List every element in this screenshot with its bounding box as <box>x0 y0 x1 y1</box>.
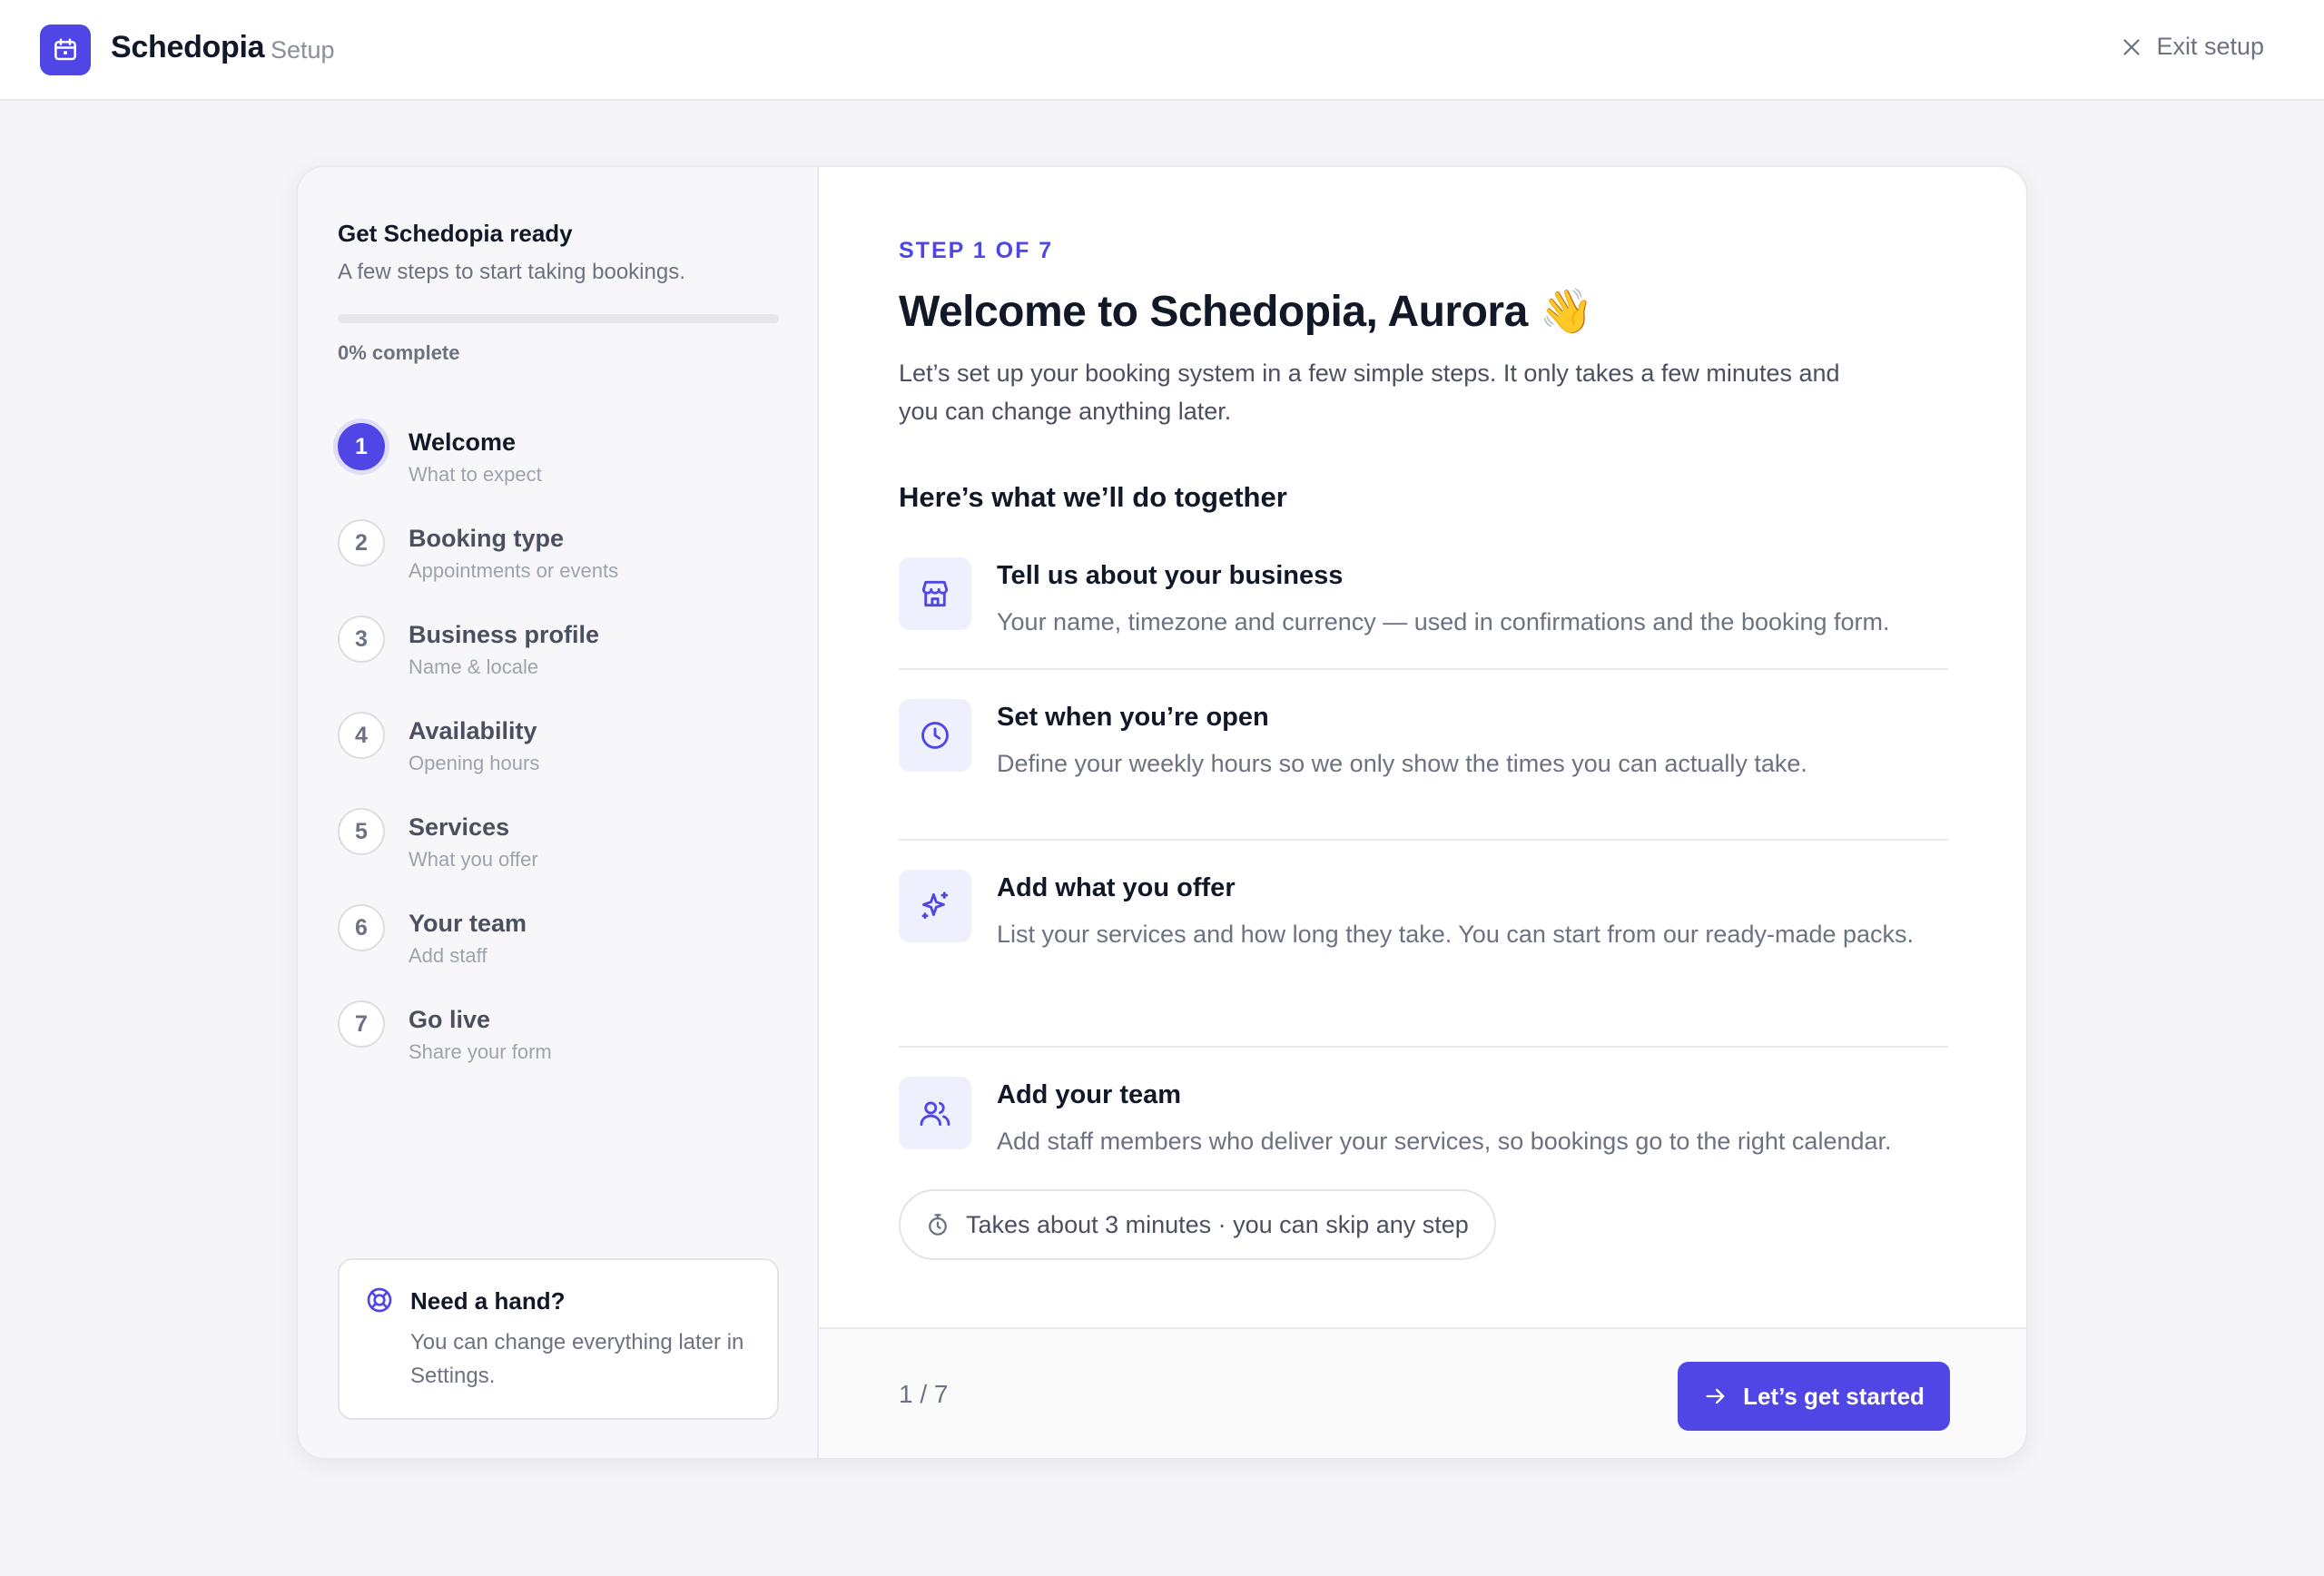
lifebuoy-icon <box>367 1287 392 1313</box>
step-description: Appointments or events <box>409 559 619 582</box>
step-number: 3 <box>338 616 385 663</box>
time-estimate-text: Takes about 3 minutes · you can skip any… <box>966 1210 1469 1238</box>
get-started-button[interactable]: Let’s get started <box>1678 1362 1950 1431</box>
step-number: 2 <box>338 519 385 566</box>
step-item-go-live[interactable]: 7 Go live Share your form <box>338 1000 783 1097</box>
step-description: Add staff <box>409 944 487 967</box>
step-item-welcome[interactable]: 1 Welcome What to expect <box>338 423 783 519</box>
progress-label: 0% complete <box>338 341 460 364</box>
setup-sidebar: Get Schedopia ready A few steps to start… <box>298 167 819 1458</box>
list-item: Add what you offer List your services an… <box>899 870 1948 1048</box>
section-label: Setup <box>271 36 335 64</box>
brand-name: Schedopia <box>111 30 265 64</box>
step-number: 1 <box>338 423 385 470</box>
help-text: You can change everything later in Setti… <box>410 1330 744 1388</box>
step-item-availability[interactable]: 4 Availability Opening hours <box>338 712 783 808</box>
item-title: Add your team <box>997 1080 1182 1109</box>
item-title: Tell us about your business <box>997 561 1344 590</box>
item-title: Set when you’re open <box>997 703 1269 732</box>
step-item-services[interactable]: 5 Services What you offer <box>338 808 783 904</box>
sidebar-subtitle: A few steps to start taking bookings. <box>338 260 685 284</box>
exit-setup-button[interactable]: Exit setup <box>2120 33 2264 61</box>
list-item: Set when you’re open Define your weekly … <box>899 699 1948 841</box>
item-description: Define your weekly hours so we only show… <box>997 750 1807 777</box>
intro-text: Let’s set up your booking system in a fe… <box>899 360 1840 425</box>
step-description: What you offer <box>409 848 538 871</box>
step-description: What to expect <box>409 463 542 486</box>
step-item-your-team[interactable]: 6 Your team Add staff <box>338 904 783 1000</box>
overview-list: Tell us about your business Your name, t… <box>899 557 1948 1186</box>
item-description: List your services and how long they tak… <box>997 921 1915 948</box>
setup-card: Get Schedopia ready A few steps to start… <box>296 165 2028 1460</box>
page-title: Welcome to Schedopia, Aurora 👋 <box>899 288 1593 336</box>
step-description: Share your form <box>409 1040 552 1063</box>
help-box: Need a hand? You can change everything l… <box>338 1258 779 1420</box>
step-label: Booking type <box>409 525 565 552</box>
step-label: Business profile <box>409 621 600 648</box>
step-label: Welcome <box>409 428 517 456</box>
clock-icon <box>899 699 971 772</box>
exit-setup-label: Exit setup <box>2156 33 2264 60</box>
step-indicator: STEP 1 OF 7 <box>899 238 1054 263</box>
list-item: Tell us about your business Your name, t… <box>899 557 1948 670</box>
list-item: Add your team Add staff members who deli… <box>899 1077 1948 1186</box>
step-description: Name & locale <box>409 655 539 678</box>
section-title: Here’s what we’ll do together <box>899 481 1287 513</box>
step-item-booking-type[interactable]: 2 Booking type Appointments or events <box>338 519 783 616</box>
sidebar-title: Get Schedopia ready <box>338 220 573 247</box>
store-icon <box>899 557 971 630</box>
help-title: Need a hand? <box>410 1287 566 1315</box>
step-number: 5 <box>338 808 385 855</box>
time-estimate-badge: Takes about 3 minutes · you can skip any… <box>899 1189 1496 1260</box>
step-label: Availability <box>409 717 537 744</box>
close-icon <box>2123 38 2141 55</box>
step-counter: 1 / 7 <box>899 1380 949 1408</box>
stopwatch-icon <box>929 1214 947 1236</box>
step-description: Opening hours <box>409 752 540 774</box>
users-icon <box>899 1077 971 1149</box>
progress-bar <box>338 314 779 323</box>
step-label: Go live <box>409 1006 491 1033</box>
step-number: 6 <box>338 904 385 951</box>
calendar-logo-icon <box>40 25 91 75</box>
get-started-label: Let’s get started <box>1743 1382 1925 1410</box>
sparkles-icon <box>899 870 971 942</box>
item-title: Add what you offer <box>997 873 1236 902</box>
setup-main: STEP 1 OF 7 Welcome to Schedopia, Aurora… <box>819 167 2026 1458</box>
step-list: 1 Welcome What to expect 2 Booking type … <box>338 423 783 1097</box>
step-item-business-profile[interactable]: 3 Business profile Name & locale <box>338 616 783 712</box>
step-label: Services <box>409 813 510 841</box>
step-footer: 1 / 7 Let’s get started <box>819 1327 2026 1458</box>
arrow-right-icon <box>1706 1388 1725 1404</box>
item-description: Your name, timezone and currency — used … <box>997 608 1890 635</box>
top-bar: Schedopia Setup Exit setup <box>0 0 2324 101</box>
step-label: Your team <box>409 910 527 937</box>
step-number: 7 <box>338 1000 385 1048</box>
item-description: Add staff members who deliver your servi… <box>997 1128 1892 1155</box>
step-number: 4 <box>338 712 385 759</box>
